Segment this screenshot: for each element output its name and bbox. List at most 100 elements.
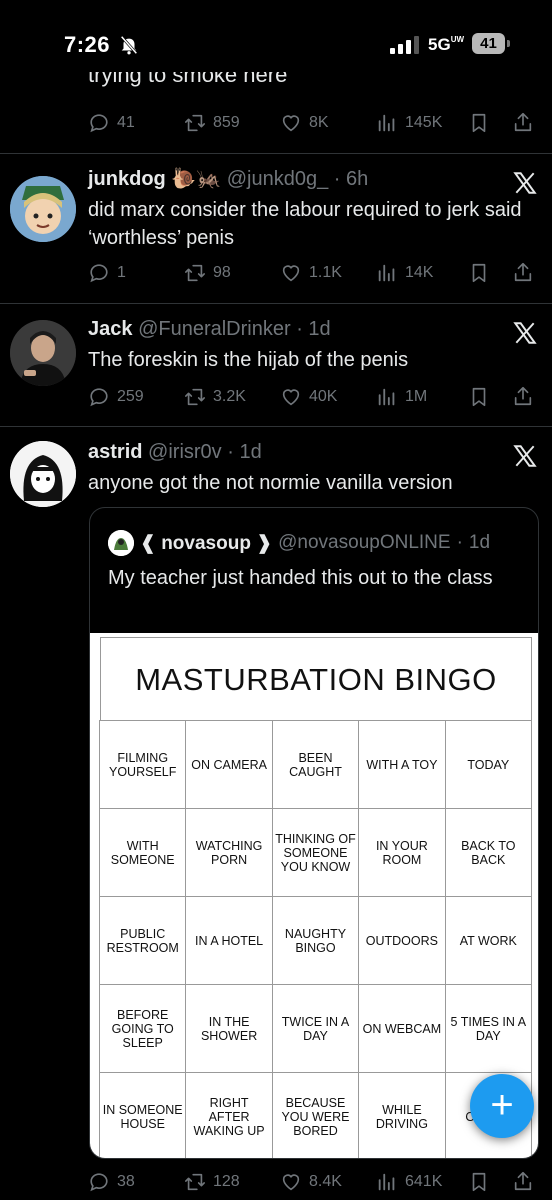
bingo-cell: WATCHING PORN [185,808,273,897]
retweet-icon [185,114,205,132]
bookmark-icon[interactable] [468,386,490,408]
views-chart-icon [378,264,395,282]
views-chart-icon [378,1173,395,1191]
bingo-cell: BACK TO BACK [444,808,532,897]
reply-button[interactable]: 41 [88,110,135,136]
bingo-cell: AT WORK [444,896,532,985]
bingo-title: MASTURBATION BINGO [100,637,532,721]
views-chart-icon [378,114,395,132]
share-icon[interactable] [512,1169,534,1193]
handle[interactable]: @irisr0v [148,441,222,463]
cell-signal-icon [390,36,419,54]
retweet-icon [185,388,205,406]
share-icon[interactable] [512,260,534,284]
share-icon[interactable] [512,384,534,408]
views-button[interactable]: 641K [376,1169,442,1195]
reply-icon [90,264,108,283]
like-button[interactable]: 8K [280,110,329,136]
bingo-cell: TODAY [444,720,532,809]
timestamp[interactable]: 6h [346,168,368,190]
x-logo-icon[interactable] [512,443,538,469]
bingo-cell: ON WEBCAM [358,984,446,1073]
bingo-cell: BEFORE GOING TO SLEEP [99,984,187,1073]
share-icon[interactable] [512,110,534,134]
display-name[interactable]: astrid [88,441,142,463]
bookmark-icon[interactable] [468,262,490,284]
reply-button[interactable]: 259 [88,384,144,410]
avatar-image [10,320,76,386]
bingo-cell: ON CAMERA [185,720,273,809]
handle[interactable]: @FuneralDrinker [138,318,291,340]
bingo-cell: IN THE SHOWER [185,984,273,1073]
quoted-tweet[interactable]: ❰ novasoup ❱ @novasoupONLINE · 1d My teach… [89,507,539,1159]
quote-header: ❰ novasoup ❱ @novasoupONLINE · 1d [108,530,490,556]
tweet-header: Jack @FuneralDrinker · 1d [88,318,331,340]
previous-tweet-actions: 41 859 8K 145K [88,110,538,136]
bingo-grid: FILMING YOURSELF ON CAMERA BEEN CAUGHT W… [99,720,532,1158]
bookmark-icon[interactable] [468,112,490,134]
reply-icon [90,114,108,133]
bingo-cell: IN A HOTEL [185,896,273,985]
quote-display-name[interactable]: ❰ novasoup ❱ [140,532,272,555]
bingo-cell: IN YOUR ROOM [358,808,446,897]
heart-icon [282,1174,300,1191]
battery-icon: 41 [472,33,510,54]
reply-icon [90,1173,108,1192]
retweet-button[interactable]: 98 [184,260,231,286]
name-emoji: 🐌🦗 [171,168,222,190]
quote-avatar[interactable] [108,530,134,556]
bingo-cell: THINKING OF SOMEONE YOU KNOW [271,808,360,897]
tweet-text: The foreskin is the hijab of the penis [88,349,409,371]
reply-button[interactable]: 38 [88,1169,135,1195]
x-logo-icon[interactable] [512,170,538,196]
tweet-text: did marx consider the labour required to… [88,199,522,249]
tweet-jack[interactable]: Jack @FuneralDrinker · 1d The foreskin i… [0,304,552,426]
retweet-icon [185,1173,205,1191]
timestamp[interactable]: 1d [308,318,330,340]
quote-handle[interactable]: @novasoupONLINE [278,532,450,554]
tweet-junkdog[interactable]: junkdog 🐌🦗 @junkd0g_ · 6h did marx consi… [0,154,552,304]
display-name[interactable]: Jack [88,318,133,340]
views-button[interactable]: 14K [376,260,433,286]
tweet-actions: 259 3.2K 40K 1M [88,384,538,410]
retweet-button[interactable]: 859 [184,110,240,136]
retweet-button[interactable]: 128 [184,1169,240,1195]
battery-level: 41 [472,33,505,54]
views-button[interactable]: 1M [376,384,427,410]
retweet-icon [185,264,205,282]
x-logo-icon[interactable] [512,320,538,346]
status-time: 7:26 [64,32,111,57]
avatar[interactable] [10,320,76,386]
avatar[interactable] [10,441,76,507]
bingo-cell: IN SOMEONE HOUSE [99,1072,187,1158]
like-button[interactable]: 8.4K [280,1169,342,1195]
bingo-cell: PUBLIC RESTROOM [99,896,187,985]
compose-button[interactable]: + [470,1074,534,1138]
plus-icon: + [490,1083,514,1127]
bingo-cell: BEEN CAUGHT [271,720,360,809]
like-button[interactable]: 1.1K [280,260,342,286]
bingo-cell: FILMING YOURSELF [99,720,187,809]
tweet-header: junkdog 🐌🦗 @junkd0g_ · 6h [88,168,369,190]
avatar-image [10,176,76,242]
quote-text: My teacher just handed this out to the c… [108,567,493,589]
like-button[interactable]: 40K [280,384,337,410]
retweet-button[interactable]: 3.2K [184,384,246,410]
views-button[interactable]: 145K [376,110,442,136]
display-name[interactable]: junkdog [88,168,166,190]
quote-timestamp[interactable]: 1d [469,532,490,554]
heart-icon [282,389,300,406]
bingo-cell: WITH SOMEONE [99,808,187,897]
timestamp[interactable]: 1d [239,441,261,463]
bookmark-icon[interactable] [468,1171,490,1193]
avatar-image [10,441,76,507]
handle[interactable]: @junkd0g_ [227,168,328,190]
reply-button[interactable]: 1 [88,260,126,286]
heart-icon [282,115,300,132]
muted-bell-icon [120,35,138,55]
tweet-actions: 38 128 8.4K 641K [88,1169,538,1195]
bingo-cell: 5 TIMES IN A DAY [444,984,532,1073]
avatar[interactable] [10,176,76,242]
status-bar: 7:26 5GUW 41 [0,0,552,68]
bingo-cell: TWICE IN A DAY [271,984,360,1073]
